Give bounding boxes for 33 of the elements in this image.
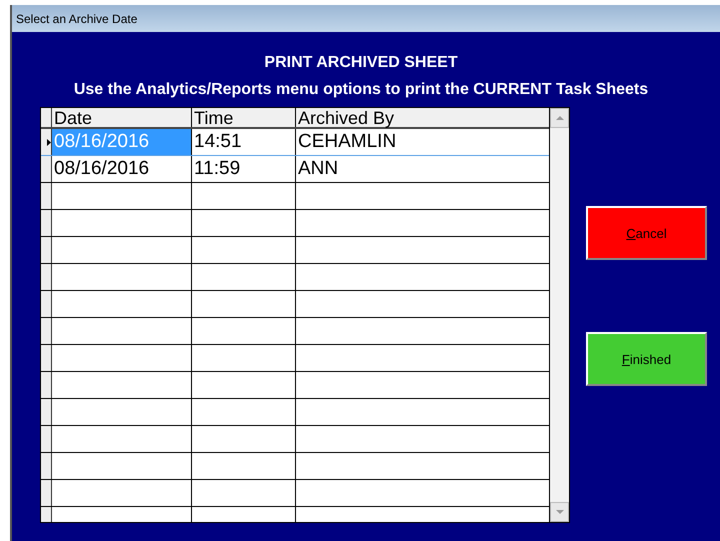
empty-row[interactable] — [41, 318, 550, 345]
empty-row[interactable] — [41, 399, 550, 426]
column-header[interactable]: Time — [192, 108, 296, 127]
empty-row[interactable] — [41, 237, 550, 264]
table-cell: 08/16/2016 — [52, 156, 192, 182]
empty-row[interactable] — [41, 210, 550, 237]
empty-row[interactable] — [41, 264, 550, 291]
empty-row[interactable] — [41, 453, 550, 480]
finish-button[interactable]: Finished — [586, 332, 707, 386]
up-arrow-icon — [556, 116, 564, 120]
table-cell: 11:59 — [192, 156, 296, 182]
heading: PRINT ARCHIVED SHEET — [264, 54, 458, 72]
empty-row[interactable] — [41, 480, 550, 507]
table-cell: 14:51 — [192, 129, 296, 155]
table-row[interactable]: 08/16/2016 11:59 ANN — [41, 156, 550, 183]
cancel-button[interactable]: Cancel — [586, 206, 707, 260]
instructions: Use the Analytics/Reports menu options to print the CURRENT Task Sheets — [74, 81, 648, 99]
column-header[interactable]: Date — [52, 108, 192, 127]
row-pointer-icon — [47, 138, 51, 146]
empty-row[interactable] — [41, 183, 550, 210]
table-cell-text: CEHAMLIN — [297, 130, 398, 154]
window-title: Select an Archive Date — [16, 12, 138, 26]
empty-row[interactable] — [41, 291, 550, 318]
table-row[interactable]: 08/16/2016 14:51 CEHAMLIN — [41, 129, 550, 156]
down-arrow-icon — [556, 510, 564, 514]
empty-row[interactable] — [41, 345, 550, 372]
empty-row[interactable] — [41, 426, 550, 453]
table-cell: 08/16/2016 — [52, 129, 192, 155]
column-header[interactable]: Archived By — [296, 108, 550, 127]
row-selector[interactable] — [41, 156, 52, 182]
row-selector[interactable] — [41, 129, 52, 155]
table-cell-text: ANN — [297, 157, 340, 181]
empty-row[interactable] — [41, 372, 550, 399]
